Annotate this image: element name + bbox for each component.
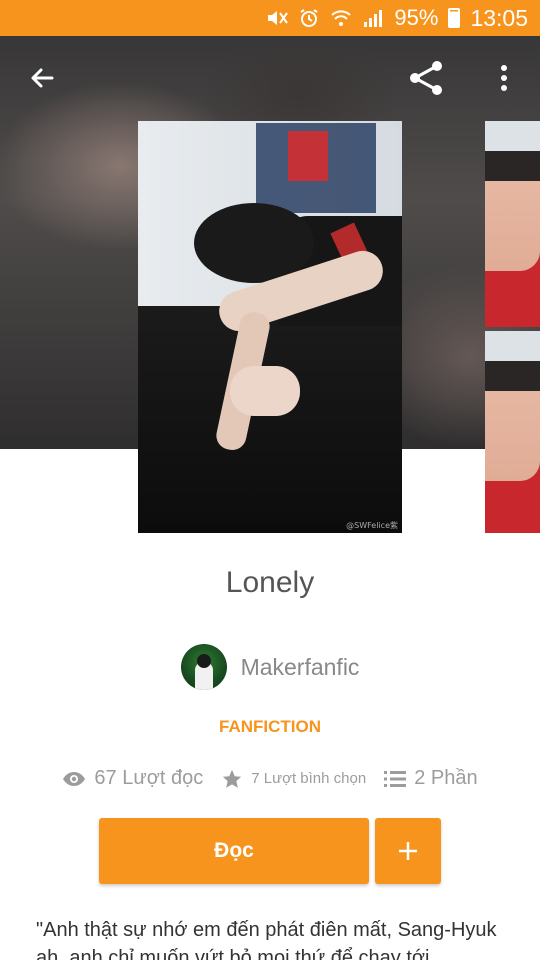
cover-table [138,306,402,533]
battery-percent: 95% [394,5,439,30]
back-button[interactable] [20,56,64,100]
cover-hand [230,366,300,416]
category-label[interactable]: FANFICTION [0,717,540,737]
eye-icon [62,771,86,787]
next-story-cover[interactable] [485,331,540,533]
author-row[interactable]: Makerfanfic [0,644,540,690]
author-name[interactable]: Makerfanfic [241,654,360,681]
share-button[interactable] [404,56,448,100]
mute-icon [266,8,289,28]
list-icon [384,770,407,788]
more-vertical-icon [501,65,507,91]
story-cover[interactable]: @SWFelice紫 [138,121,402,533]
avatar[interactable] [180,644,227,690]
votes-count: 7 Lượt bình chọn [251,770,367,787]
avatar-head [196,654,211,668]
next-story-cover[interactable] [485,121,540,327]
reads-stat: 67 Lượt đọc [62,767,203,790]
cover-watermark: @SWFelice紫 [346,521,398,530]
read-button[interactable]: Đọc [99,818,369,884]
story-description: "Anh thật sự nhớ em đến phát điên mất, S… [36,919,497,960]
battery-icon [448,8,461,28]
alarm-icon [298,8,320,28]
read-button-label: Đọc [214,839,254,862]
share-icon [410,61,442,95]
plus-icon [399,842,417,860]
arrow-left-icon [31,68,54,88]
story-title: Lonely [225,566,315,599]
parts-stat: 2 Phần [384,767,478,790]
reads-count: 67 Lượt đọc [94,767,204,789]
parts-count: 2 Phần [414,767,478,789]
signal-icon [362,8,384,28]
side-cover-face [485,151,540,271]
wifi-icon [330,8,352,28]
side-cover-face [485,361,540,481]
star-icon [221,768,243,790]
clock: 13:05 [470,4,528,31]
cover-banner-accent [288,131,328,181]
more-button[interactable] [482,56,526,100]
stats-row: 67 Lượt đọc 7 Lượt bình chọn 2 Phần [0,767,540,790]
status-bar: 95% 13:05 [0,0,540,36]
add-to-library-button[interactable] [375,818,441,884]
votes-stat: 7 Lượt bình chọn [221,768,366,790]
